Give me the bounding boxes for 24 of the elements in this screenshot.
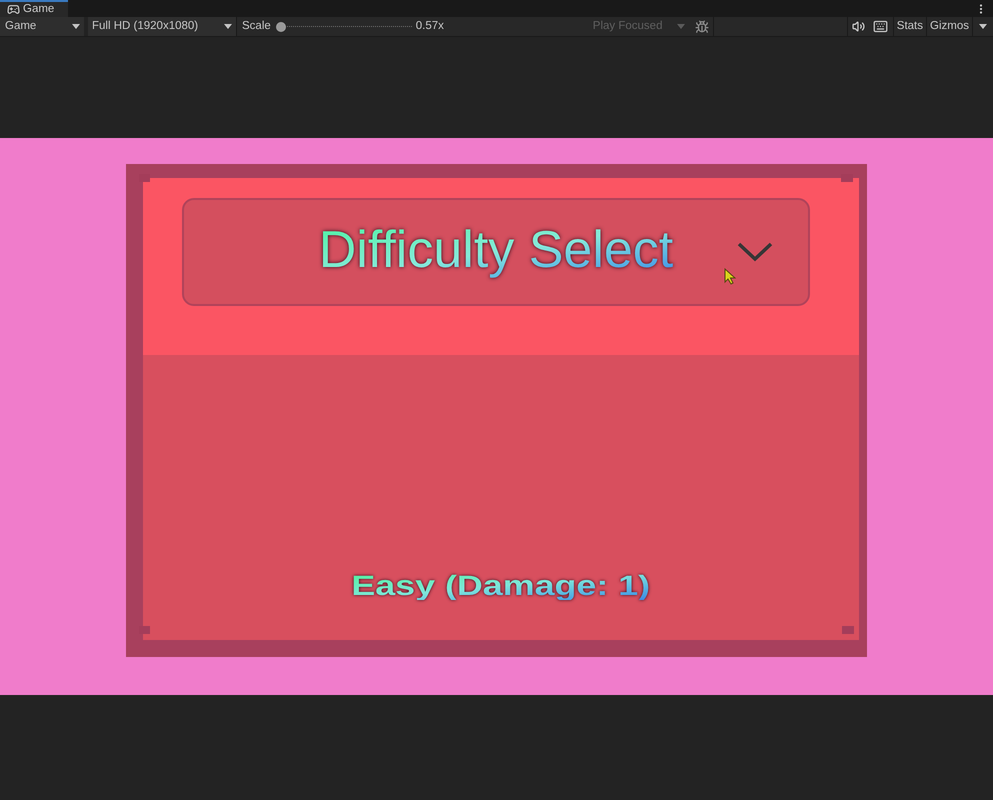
scale-slider-track[interactable] [276, 22, 412, 32]
scale-slider-thumb[interactable] [276, 22, 286, 32]
corner-notch-icon [841, 174, 853, 182]
toolbar-toggle[interactable]: Stats [894, 17, 926, 36]
corner-notch-icon [139, 626, 150, 634]
corner-notch-icon [139, 174, 150, 182]
toolbar-toggle[interactable]: Gizmos [927, 17, 972, 36]
chevron-icon [737, 242, 773, 262]
display-dropdown[interactable]: Game [0, 17, 84, 36]
caret-icon [979, 24, 987, 29]
corner-notch-icon [842, 626, 854, 634]
caret-icon [676, 24, 685, 29]
mouse-cursor-icon [724, 268, 736, 285]
scale-label: Scale [242, 18, 271, 34]
window-tab[interactable]: Game [0, 0, 68, 17]
caret-icon [224, 24, 232, 29]
gamepad-icon [7, 3, 20, 16]
caret-icon [72, 24, 80, 29]
resolution-dropdown[interactable]: Full HD (1920x1080) [88, 17, 236, 36]
scale-value: 0.57x [416, 18, 444, 34]
selected-difficulty-text: Easy (Damage: 1) [352, 572, 650, 600]
keyboard-icon [873, 19, 888, 34]
speaker-icon [852, 20, 865, 33]
bug-icon [695, 20, 710, 34]
